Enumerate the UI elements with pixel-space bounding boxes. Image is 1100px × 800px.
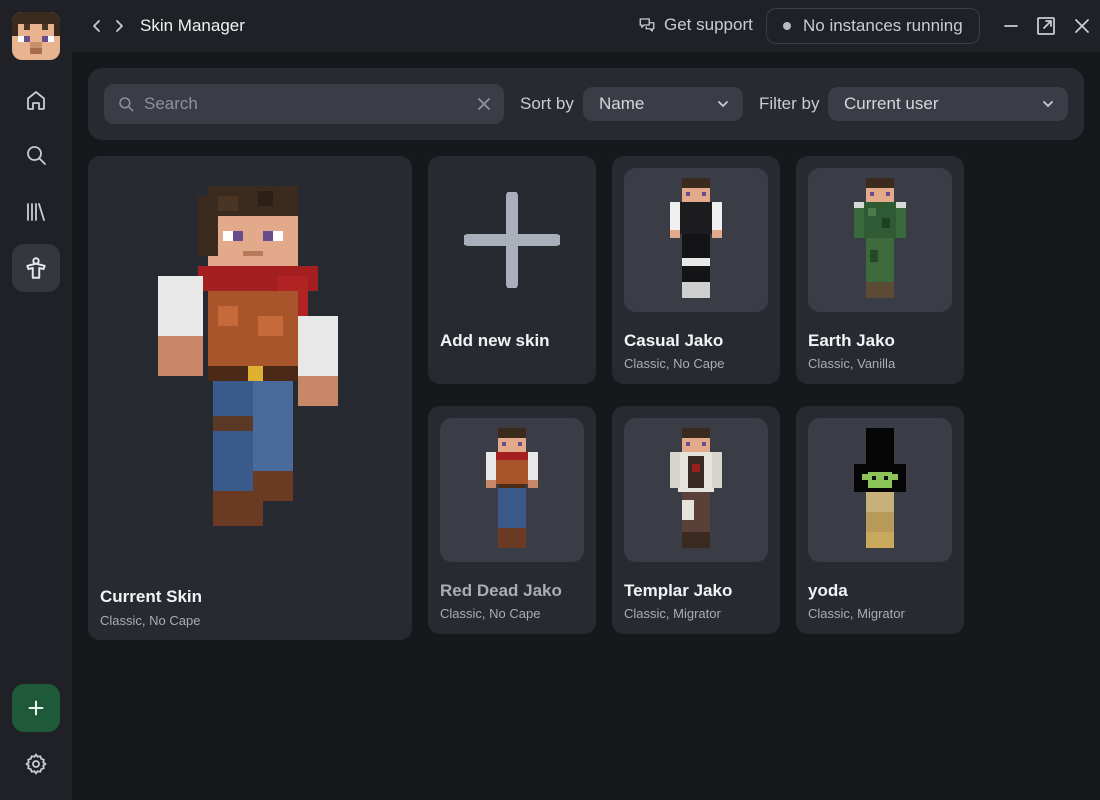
chat-icon (639, 18, 655, 32)
chevron-right-icon (116, 20, 123, 32)
search-icon (27, 146, 46, 165)
maximize-icon (1037, 17, 1055, 35)
get-support-button[interactable]: Get support (638, 15, 753, 35)
skin-meta: Classic, No Cape (624, 356, 725, 371)
library-icon (27, 203, 45, 221)
skin-card[interactable]: yoda Classic, Migrator (796, 406, 964, 634)
chevron-left-icon (93, 20, 100, 32)
skin-meta: Classic, Migrator (624, 606, 721, 621)
main-content: Sort by Name Filter by Current user (72, 52, 1100, 800)
add-skin-label: Add new skin (440, 331, 550, 350)
skin-name: Casual Jako (624, 331, 724, 350)
skin-card[interactable]: Earth Jako Classic, Vanilla (796, 156, 964, 384)
home-icon (27, 91, 45, 110)
filter-toolbar: Sort by Name Filter by Current user (88, 68, 1084, 140)
skin-name: yoda (808, 581, 848, 600)
sidebar-item-skins[interactable] (12, 244, 60, 292)
get-support-label: Get support (664, 15, 753, 34)
filter-value: Current user (844, 94, 939, 113)
minimize-icon (1004, 25, 1018, 27)
skin-preview (624, 418, 768, 562)
instances-status[interactable]: No instances running (766, 8, 980, 44)
skin-meta: Classic, Migrator (808, 606, 905, 621)
search-box (104, 84, 504, 124)
create-instance-button[interactable] (12, 684, 60, 732)
clear-search-icon[interactable] (476, 96, 492, 112)
gear-icon (25, 753, 47, 775)
instances-label: No instances running (803, 16, 963, 35)
close-icon (1075, 19, 1089, 33)
skin-card[interactable]: Red Dead Jako Classic, No Cape (428, 406, 596, 634)
page-title: Skin Manager (140, 16, 245, 35)
add-skin-card[interactable]: Add new skin (428, 156, 596, 384)
skin-meta: Classic, Vanilla (808, 356, 896, 371)
minimize-button[interactable] (999, 14, 1023, 38)
skin-preview (808, 168, 952, 312)
plus-icon (464, 192, 560, 288)
current-skin-name: Current Skin (100, 587, 203, 606)
skin-preview (808, 418, 952, 562)
sidebar (0, 0, 72, 800)
skin-preview (624, 168, 768, 312)
skin-name: Templar Jako (624, 581, 733, 600)
skin-card[interactable]: Casual Jako Classic, No Cape (612, 156, 780, 384)
filter-select[interactable]: Current user (828, 87, 1068, 121)
status-dot (783, 22, 791, 30)
current-skin-preview (158, 186, 338, 526)
sidebar-item-library[interactable] (12, 188, 60, 236)
search-icon (119, 97, 134, 112)
close-button[interactable] (1070, 14, 1094, 38)
sidebar-item-search[interactable] (12, 131, 60, 179)
sort-select[interactable]: Name (583, 87, 743, 121)
skins-icon (26, 257, 46, 279)
chevron-down-icon (1043, 101, 1053, 107)
filter-label: Filter by (759, 94, 820, 113)
plus-icon (28, 700, 44, 716)
skin-meta: Classic, No Cape (440, 606, 541, 621)
title-bar: Skin Manager Get support No instances ru… (72, 0, 1100, 52)
avatar[interactable] (12, 12, 60, 60)
skin-preview (440, 418, 584, 562)
back-button[interactable] (88, 14, 106, 38)
sort-value: Name (599, 94, 645, 113)
forward-button[interactable] (110, 14, 128, 38)
settings-button[interactable] (12, 740, 60, 788)
skin-name: Red Dead Jako (440, 581, 562, 600)
skin-card[interactable]: Templar Jako Classic, Migrator (612, 406, 780, 634)
sidebar-item-home[interactable] (12, 76, 60, 124)
current-skin-meta: Classic, No Cape (100, 613, 201, 628)
skin-name: Earth Jako (808, 331, 895, 350)
search-input[interactable] (104, 84, 504, 124)
maximize-button[interactable] (1034, 14, 1058, 38)
current-skin-card[interactable]: Current Skin Classic, No Cape (88, 156, 412, 640)
app-window: Skin Manager Get support No instances ru… (0, 0, 1100, 800)
chevron-down-icon (718, 101, 728, 107)
nav-arrows (88, 14, 128, 38)
sort-label: Sort by (520, 94, 574, 113)
